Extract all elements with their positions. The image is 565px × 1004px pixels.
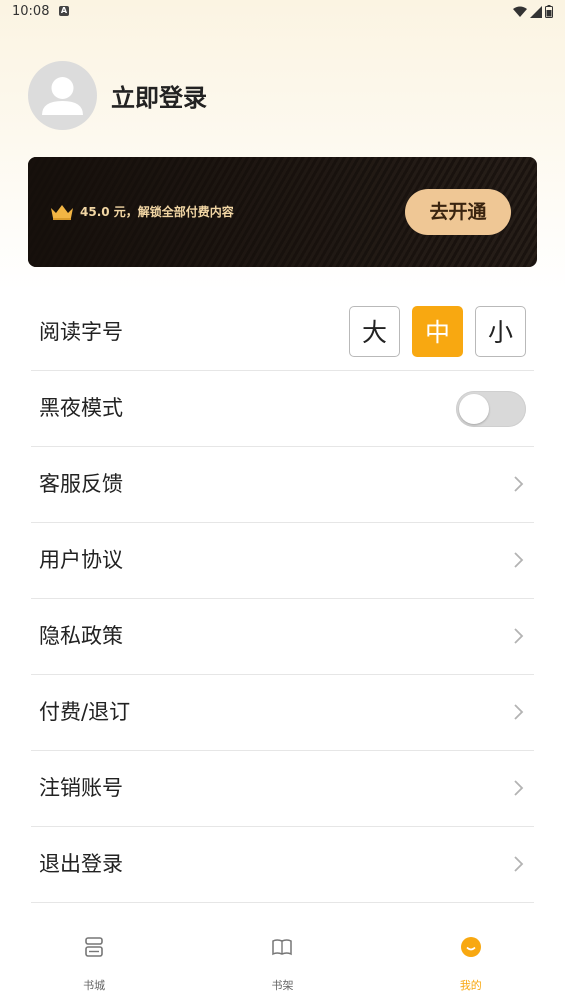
vip-price-text: 45.0 元，解锁全部付费内容 — [80, 205, 234, 219]
profile-smile-icon — [460, 937, 481, 957]
menu-item-payment-unsubscribe[interactable]: 付费/退订 — [31, 675, 534, 751]
night-mode-toggle[interactable] — [456, 391, 526, 427]
menu-item-delete-account[interactable]: 注销账号 — [31, 751, 534, 827]
avatar[interactable] — [28, 60, 97, 130]
font-size-large-button[interactable]: 大 — [349, 306, 400, 357]
chevron-right-icon — [514, 856, 524, 872]
menu-item-user-agreement[interactable]: 用户协议 — [31, 523, 534, 599]
font-size-selector: 大 中 小 — [349, 306, 526, 357]
tab-label: 书城 — [83, 979, 106, 992]
tab-profile[interactable]: 我的 — [377, 924, 565, 1004]
menu-item-label: 客服反馈 — [39, 472, 123, 496]
tab-label: 书架 — [271, 979, 294, 992]
settings-list: 阅读字号 大 中 小 黑夜模式 客服反馈 用户协议 隐私政策 付费/退订 注销账… — [31, 295, 534, 903]
night-mode-row: 黑夜模式 — [31, 371, 534, 447]
menu-item-label: 付费/退订 — [39, 700, 131, 724]
status-bar: 10:08 A — [0, 0, 565, 24]
chevron-right-icon — [514, 552, 524, 568]
menu-item-label: 隐私政策 — [39, 624, 123, 648]
tab-label: 我的 — [459, 979, 482, 992]
bookshelf-icon — [272, 939, 293, 956]
vip-info: 45.0 元，解锁全部付费内容 — [50, 203, 234, 220]
default-user-icon — [42, 76, 83, 115]
chevron-right-icon — [514, 780, 524, 796]
activate-vip-button[interactable]: 去开通 — [405, 189, 511, 235]
menu-item-label: 注销账号 — [39, 776, 123, 800]
login-link[interactable]: 立即登录 — [111, 78, 207, 113]
menu-item-label: 用户协议 — [39, 548, 123, 572]
menu-item-label: 退出登录 — [39, 852, 123, 876]
tab-bookshelf[interactable]: 书架 — [188, 924, 376, 1004]
status-icons — [513, 5, 553, 18]
status-time: 10:08 — [12, 4, 50, 19]
menu-item-feedback[interactable]: 客服反馈 — [31, 447, 534, 523]
chevron-right-icon — [514, 476, 524, 492]
vip-banner[interactable]: 45.0 元，解锁全部付费内容 去开通 — [28, 157, 537, 267]
chevron-right-icon — [514, 628, 524, 644]
font-size-small-button[interactable]: 小 — [475, 306, 526, 357]
menu-item-privacy-policy[interactable]: 隐私政策 — [31, 599, 534, 675]
menu-item-logout[interactable]: 退出登录 — [31, 827, 534, 903]
wifi-icon — [513, 6, 527, 17]
signal-icon — [530, 5, 542, 18]
notification-icon: A — [59, 6, 69, 16]
font-size-medium-button[interactable]: 中 — [412, 306, 463, 357]
chevron-right-icon — [514, 704, 524, 720]
tab-bookstore[interactable]: 书城 — [0, 924, 188, 1004]
night-mode-label: 黑夜模式 — [39, 396, 123, 420]
bookstore-icon — [85, 937, 103, 957]
font-size-label: 阅读字号 — [39, 320, 123, 344]
font-size-row: 阅读字号 大 中 小 — [31, 295, 534, 371]
bottom-tab-bar: 书城 书架 我的 — [0, 924, 565, 1004]
crown-icon — [51, 204, 73, 220]
battery-icon — [545, 5, 553, 18]
toggle-knob — [459, 394, 489, 424]
profile-header[interactable]: 立即登录 — [28, 60, 207, 130]
